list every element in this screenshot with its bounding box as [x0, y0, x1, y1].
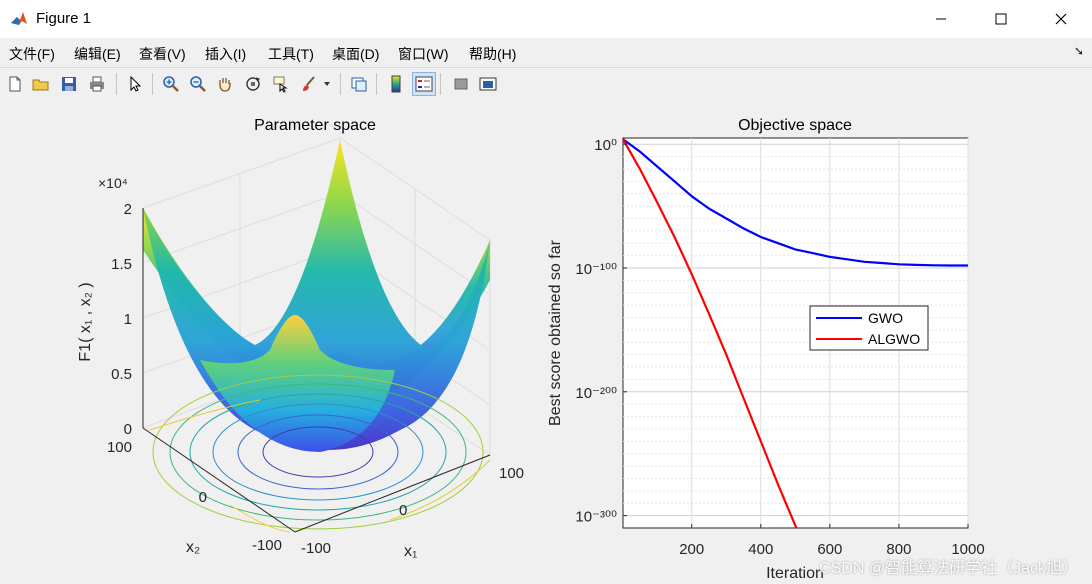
toolbar-separator: [152, 73, 153, 95]
open-file-icon[interactable]: [30, 73, 52, 95]
z-axis-label: F1( x₁ , x₂ ): [77, 282, 94, 361]
matlab-logo-icon: [10, 10, 28, 28]
parameter-space-axes: Parameter space 2 1.5 1 0.5 0 ×10⁴ F1(x…: [77, 117, 524, 560]
menu-view[interactable]: 查看(V): [139, 44, 186, 64]
figure-canvas: Parameter space 2 1.5 1 0.5 0 ×10⁴ F1(x…: [0, 100, 1092, 584]
x1-tick-label: 0: [399, 502, 407, 519]
rotate-3d-icon[interactable]: [242, 73, 264, 95]
pointer-icon[interactable]: [124, 73, 146, 95]
x2-tick-label: 0: [199, 489, 207, 506]
left-plot-title: Parameter space: [254, 117, 376, 134]
x1-tick-label: 100: [499, 465, 524, 482]
x2-axis-label: x₂: [186, 539, 200, 556]
menu-file[interactable]: 文件(F): [9, 44, 55, 64]
z-tick-label: 0: [124, 421, 132, 438]
x-axis-label: Iteration: [766, 565, 824, 582]
brush-dropdown-icon[interactable]: [322, 73, 332, 95]
menu-tools[interactable]: 工具(T): [268, 44, 314, 64]
z-tick-label: 0.5: [111, 366, 132, 383]
chart-title: Objective space: [738, 117, 852, 134]
maximize-button[interactable]: [978, 0, 1024, 38]
toolbar-separator: [340, 73, 341, 95]
legend-icon[interactable]: [412, 72, 436, 96]
toolbar-separator: [376, 73, 377, 95]
toolbar-separator: [440, 73, 441, 95]
x1-tick-label: -100: [301, 540, 331, 557]
pan-hand-icon[interactable]: [214, 73, 236, 95]
x-tick-label: 200: [679, 541, 704, 558]
legend[interactable]: GWO ALGWO: [809, 305, 929, 351]
z-exponent-label: ×10⁴: [98, 175, 128, 191]
toolbar-separator: [116, 73, 117, 95]
menu-edit[interactable]: 编辑(E): [74, 44, 121, 64]
watermark: CSDN @智能算法研学社（Jack旭）: [819, 560, 1078, 577]
print-icon[interactable]: [86, 73, 108, 95]
legend-label-algwo: ALGWO: [868, 331, 920, 347]
zoom-out-icon[interactable]: [187, 73, 209, 95]
x-tick-layer: 200 400 600 800 1000: [679, 524, 985, 558]
dock-figure-icon[interactable]: ➘: [1074, 44, 1084, 58]
colorbar-icon[interactable]: [385, 73, 407, 95]
z-tick-label: 1: [124, 311, 132, 328]
menu-desktop[interactable]: 桌面(D): [332, 44, 379, 64]
data-cursor-icon[interactable]: [270, 73, 292, 95]
menu-insert[interactable]: 插入(I): [205, 44, 246, 64]
brush-icon[interactable]: [298, 73, 320, 95]
y-tick-label: 10⁰: [594, 137, 617, 154]
toolbar: [0, 67, 1092, 101]
y-tick-layer: 10⁰ 10⁻¹⁰⁰ 10⁻²⁰⁰ 10⁻³⁰⁰: [575, 137, 627, 526]
hide-plot-tools-icon[interactable]: [450, 73, 472, 95]
x2-tick-label: 100: [107, 439, 132, 456]
y-axis-label: Best score obtained so far: [547, 239, 564, 426]
menu-help[interactable]: 帮助(H): [469, 44, 516, 64]
close-icon: [1055, 13, 1067, 25]
minimize-button[interactable]: [918, 0, 964, 38]
show-plot-tools-icon[interactable]: [477, 73, 499, 95]
legend-label-gwo: GWO: [868, 310, 903, 326]
new-figure-icon[interactable]: [4, 73, 26, 95]
objective-space-chart: Objective space 200 400 600 800 1000 10⁰10⁻¹…: [547, 117, 985, 582]
x2-tick-label: -100: [252, 537, 282, 554]
window-title: Figure 1: [36, 10, 92, 27]
minimize-icon: [936, 18, 946, 20]
z-tick-label: 1.5: [111, 256, 132, 273]
close-button[interactable]: [1038, 0, 1084, 38]
zoom-in-icon[interactable]: [160, 73, 182, 95]
save-icon[interactable]: [58, 73, 80, 95]
menu-window[interactable]: 窗口(W): [398, 44, 449, 64]
x1-axis-label: x₁: [404, 543, 417, 560]
x-tick-label: 400: [748, 541, 773, 558]
z-tick-label: 2: [124, 201, 132, 218]
y-tick-label: 10⁻¹⁰⁰: [575, 261, 617, 278]
maximize-icon: [995, 13, 1007, 25]
menu-bar: 文件(F) 编辑(E) 查看(V) 插入(I) 工具(T) 桌面(D) 窗口(W…: [0, 38, 1092, 66]
y-tick-label: 10⁻³⁰⁰: [575, 509, 617, 526]
title-bar: Figure 1: [0, 0, 1092, 38]
link-plot-icon[interactable]: [348, 73, 370, 95]
y-tick-label: 10⁻²⁰⁰: [575, 385, 617, 402]
